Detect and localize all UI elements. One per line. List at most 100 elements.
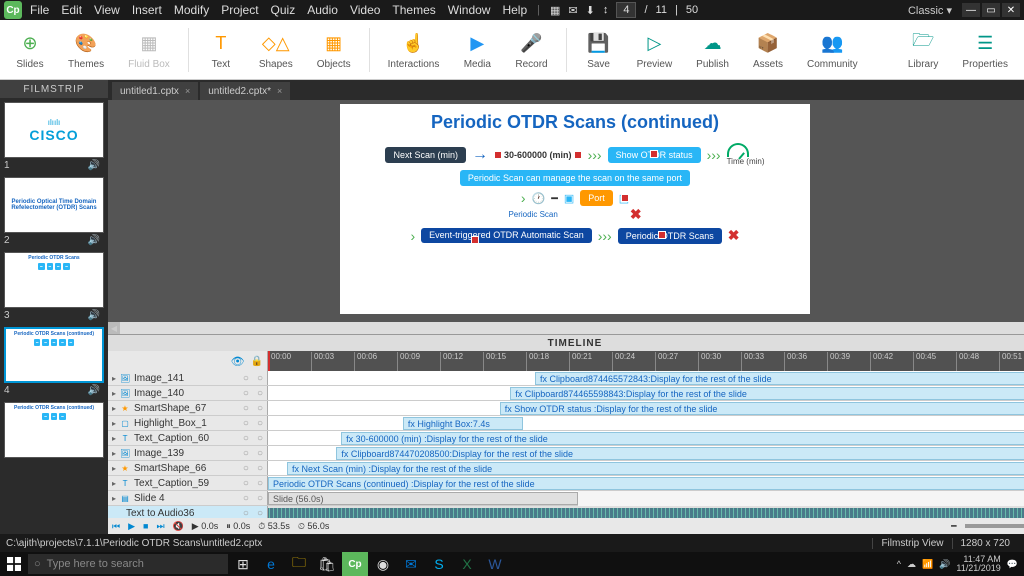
eye-icon[interactable]: 👁 [231,355,245,368]
zoom-slider[interactable] [965,524,1024,528]
track-lane[interactable]: fx Highlight Box:7.4s [268,416,1024,430]
caret-icon[interactable]: ▸ [112,374,116,383]
skype-icon[interactable]: S [426,552,452,576]
track-label[interactable]: ▸🖼Image_139○○ [108,446,268,460]
track-bar[interactable]: fx Highlight Box:7.4s [403,417,523,430]
horizontal-scrollbar[interactable]: ◀ ▶ [108,322,1024,334]
taskbar-search[interactable]: ○ Type here to search [28,554,228,574]
explorer-icon[interactable]: 🗀 [286,552,312,576]
lock-dot[interactable]: ○ [257,388,263,399]
periodic-final-pill[interactable]: Periodic OTDR Scans [618,228,722,244]
task-view-icon[interactable]: ⊞ [230,552,256,576]
track-bar[interactable]: Periodic OTDR Scans (continued) :Display… [268,477,1024,490]
store-icon[interactable]: 🛍 [314,552,340,576]
range-text[interactable]: 30-600000 (min) [504,150,572,160]
shapes-button[interactable]: ◇△Shapes [249,27,303,72]
track-bar[interactable]: Slide (56.0s) [268,492,578,505]
menu-window[interactable]: Window [448,3,491,17]
visibility-dot[interactable]: ○ [243,373,249,384]
properties-button[interactable]: ☰Properties [952,27,1018,72]
thumb-1[interactable]: ılıılıCISCO 1🔊 [4,102,104,171]
visibility-dot[interactable]: ○ [243,508,249,519]
menu-video[interactable]: Video [350,3,380,17]
selection-handle[interactable] [650,150,658,158]
selection-handle[interactable] [471,236,479,244]
timeline-track[interactable]: ▸🖼Image_139○○fx Clipboard874470208500:Di… [108,446,1024,461]
caret-icon[interactable]: ▸ [112,479,116,488]
slides-button[interactable]: ⊕Slides [6,27,54,72]
track-bar[interactable]: fx 30-600000 (min) :Display for the rest… [341,432,1024,445]
wifi-icon[interactable]: 📶 [922,559,933,570]
lock-dot[interactable]: ○ [257,463,263,474]
show-status-pill[interactable]: Show OTDR status [608,147,701,163]
lock-icon[interactable]: 🔒 [251,356,263,367]
publish-button[interactable]: ☁Publish [686,27,739,72]
download-icon[interactable]: ⬇ [586,4,595,17]
track-bar[interactable]: fx Show OTDR status :Display for the res… [500,402,1024,415]
track-label[interactable]: ▸★SmartShape_66○○ [108,461,268,475]
audio-waveform[interactable] [268,508,1024,518]
zoom-value[interactable]: 50 [686,4,698,16]
text-button[interactable]: TText [197,27,245,72]
track-lane[interactable]: Slide (56.0s) [268,491,578,505]
media-button[interactable]: ▶Media [453,27,501,72]
timeline-track[interactable]: ▸TText_Caption_59○○Periodic OTDR Scans (… [108,476,1024,491]
caret-icon[interactable]: ▸ [112,434,116,443]
track-lane[interactable]: fx Clipboard874465572843:Display for the… [268,371,1024,385]
timeline-track[interactable]: ▸🖼Image_141○○fx Clipboard874465572843:Di… [108,371,1024,386]
track-lane[interactable]: fx Show OTDR status :Display for the res… [268,401,1024,415]
timeline-track[interactable]: Text to Audio36○○ [108,506,1024,518]
track-label[interactable]: ▸TText_Caption_60○○ [108,431,268,445]
caret-icon[interactable]: ▸ [112,389,116,398]
track-bar[interactable]: fx Next Scan (min) :Display for the rest… [287,462,1024,475]
themes-button[interactable]: 🎨Themes [58,27,114,72]
caret-icon[interactable]: ▸ [112,419,116,428]
minimize-button[interactable]: — [962,3,980,17]
excel-icon[interactable]: X [454,552,480,576]
chrome-icon[interactable]: ◉ [370,552,396,576]
skip-start-icon[interactable]: ⏮ [112,521,120,532]
captivate-icon[interactable]: Cp [342,552,368,576]
caret-icon[interactable]: ▸ [112,494,116,503]
lock-dot[interactable]: ○ [257,403,263,414]
thumb-2[interactable]: Periodic Optical Time Domain Refelectome… [4,177,104,246]
skip-end-icon[interactable]: ⏭ [156,521,164,532]
community-button[interactable]: 👥Community [797,27,868,72]
visibility-dot[interactable]: ○ [243,448,249,459]
lock-dot[interactable]: ○ [257,418,263,429]
lock-dot[interactable]: ○ [257,373,263,384]
timeline-track[interactable]: ▸🖼Image_140○○fx Clipboard874465598843:Di… [108,386,1024,401]
track-lane[interactable]: Periodic OTDR Scans (continued) :Display… [268,476,1024,490]
preview-button[interactable]: ▷Preview [627,27,683,72]
selection-handle[interactable] [574,151,582,159]
menu-view[interactable]: View [94,3,120,17]
tray-up-icon[interactable]: ^ [897,559,901,569]
tab-untitled2[interactable]: untitled2.cptx*× [200,82,290,100]
notifications-icon[interactable]: 💬 [1007,559,1018,570]
track-lane[interactable]: fx 30-600000 (min) :Display for the rest… [268,431,1024,445]
timeline-track[interactable]: ▸▢Highlight_Box_1○○fx Highlight Box:7.4s [108,416,1024,431]
timeline-track[interactable]: ▸▤Slide 4○○Slide (56.0s) [108,491,578,506]
playhead[interactable] [268,351,270,371]
track-bar[interactable]: fx Clipboard874465598843:Display for the… [510,387,1024,400]
visibility-dot[interactable]: ○ [243,403,249,414]
visibility-dot[interactable]: ○ [243,493,249,504]
thumb-4[interactable]: Periodic OTDR Scans (continued)━━━━━ 4🔊 [4,327,104,396]
menu-file[interactable]: File [30,3,49,17]
volume-icon[interactable]: 🔊 [939,559,950,570]
assets-button[interactable]: 📦Assets [743,27,793,72]
zoom-out-icon[interactable]: ━ [951,521,956,532]
menu-insert[interactable]: Insert [132,3,162,17]
thumb-3[interactable]: Periodic OTDR Scans━━━━ 3🔊 [4,252,104,321]
lock-dot[interactable]: ○ [257,448,263,459]
periodic-msg-pill[interactable]: Periodic Scan can manage the scan on the… [460,170,690,186]
thumb-5[interactable]: Periodic OTDR Scans (continued)━━━ [4,402,104,458]
objects-button[interactable]: ▦Objects [307,27,361,72]
save-button[interactable]: 💾Save [575,27,623,72]
library-button[interactable]: 🗁Library [898,27,949,72]
outlook-icon[interactable]: ✉ [398,552,424,576]
play-icon[interactable]: ▶ [128,521,135,532]
record-button[interactable]: 🎤Record [505,27,557,72]
caret-icon[interactable]: ▸ [112,404,116,413]
selection-handle[interactable] [621,194,629,202]
